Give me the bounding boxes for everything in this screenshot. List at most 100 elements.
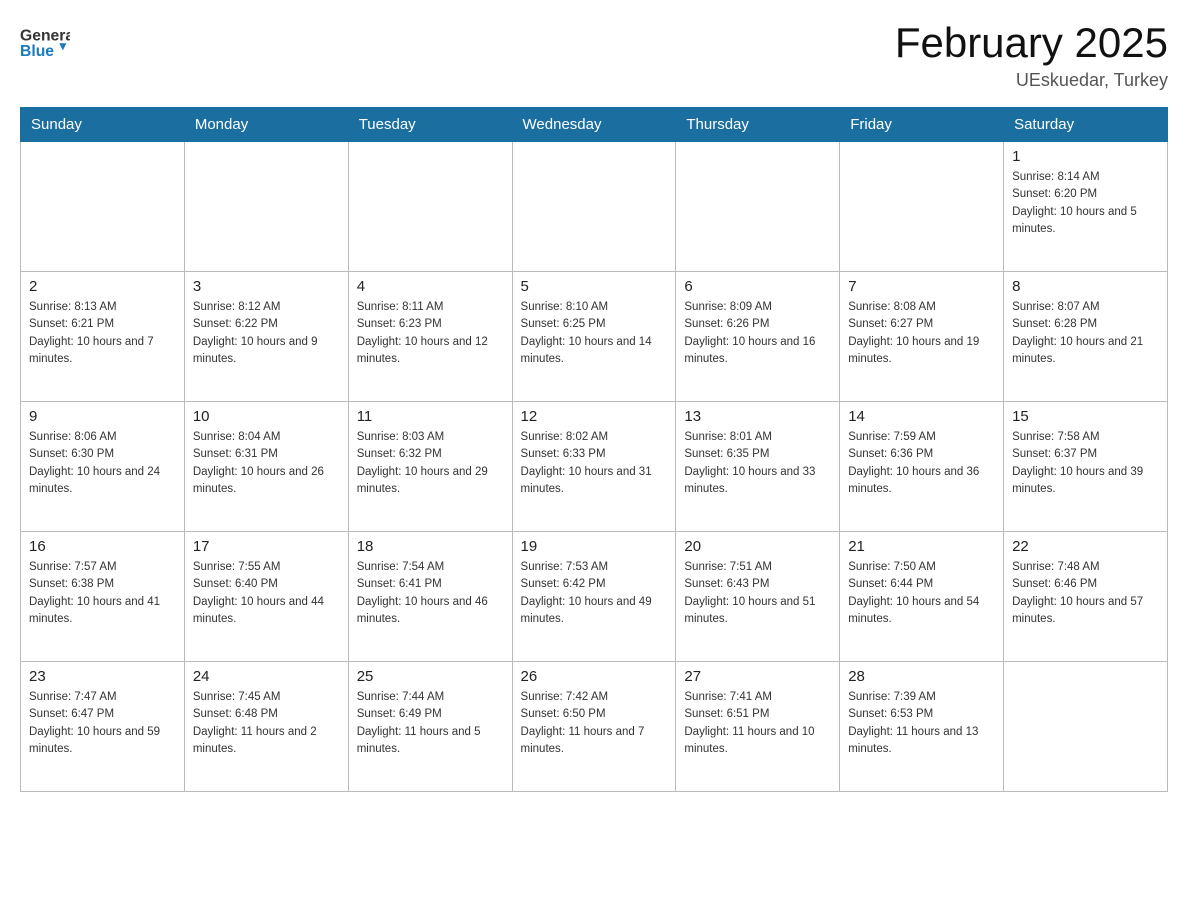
week-row-5: 23 Sunrise: 7:47 AMSunset: 6:47 PMDayligh… [21,662,1168,792]
day-info: Sunrise: 7:58 AMSunset: 6:37 PMDaylight:… [1012,429,1159,498]
day-cell-0-6: 1 Sunrise: 8:14 AMSunset: 6:20 PMDaylight… [1004,142,1168,272]
day-number: 2 [29,278,176,295]
day-cell-1-2: 4 Sunrise: 8:11 AMSunset: 6:23 PMDaylight… [348,272,512,402]
day-number: 21 [848,538,995,555]
day-info: Sunrise: 7:59 AMSunset: 6:36 PMDaylight:… [848,429,995,498]
day-cell-3-1: 17Sunrise: 7:55 AMSunset: 6:40 PMDayligh… [184,532,348,662]
svg-text:General: General [20,27,70,44]
day-number: 9 [29,408,176,425]
day-cell-2-4: 13 Sunrise: 8:01 AMSunset: 6:35 PMDayligh… [676,402,840,532]
header-saturday: Saturday [1004,108,1168,142]
header-sunday: Sunday [21,108,185,142]
day-cell-0-2 [348,142,512,272]
day-info: Sunrise: 8:09 AMSunset: 6:26 PMDaylight:… [684,299,831,368]
day-number: 11 [357,408,504,425]
day-info: Sunrise: 7:39 AMSunset: 6:53 PMDaylight:… [848,689,995,758]
day-cell-2-3: 12 Sunrise: 8:02 AMSunset: 6:33 PMDayligh… [512,402,676,532]
day-number: 12 [521,408,668,425]
day-cell-3-2: 18 Sunrise: 7:54 AMSunset: 6:41 PMDayligh… [348,532,512,662]
day-info: Sunrise: 8:10 AMSunset: 6:25 PMDaylight:… [521,299,668,368]
day-info: Sunrise: 7:54 AMSunset: 6:41 PMDaylight:… [357,559,504,628]
day-number: 15 [1012,408,1159,425]
day-cell-2-0: 9 Sunrise: 8:06 AMSunset: 6:30 PMDaylight… [21,402,185,532]
day-number: 13 [684,408,831,425]
day-cell-1-6: 8Sunrise: 8:07 AMSunset: 6:28 PMDaylight… [1004,272,1168,402]
day-number: 23 [29,668,176,685]
day-cell-1-4: 6 Sunrise: 8:09 AMSunset: 6:26 PMDaylight… [676,272,840,402]
day-number: 5 [521,278,668,295]
day-cell-4-4: 27 Sunrise: 7:41 AMSunset: 6:51 PMDayligh… [676,662,840,792]
day-cell-4-3: 26 Sunrise: 7:42 AMSunset: 6:50 PMDayligh… [512,662,676,792]
day-number: 10 [193,408,340,425]
week-row-4: 16Sunrise: 7:57 AMSunset: 6:38 PMDayligh… [21,532,1168,662]
page-header: General Blue February 2025 UEskuedar, Tu… [20,20,1168,91]
day-info: Sunrise: 8:08 AMSunset: 6:27 PMDaylight:… [848,299,995,368]
day-cell-4-1: 24 Sunrise: 7:45 AMSunset: 6:48 PMDayligh… [184,662,348,792]
day-cell-0-0 [21,142,185,272]
week-row-1: 1 Sunrise: 8:14 AMSunset: 6:20 PMDaylight… [21,142,1168,272]
day-cell-4-0: 23 Sunrise: 7:47 AMSunset: 6:47 PMDayligh… [21,662,185,792]
day-number: 20 [684,538,831,555]
day-cell-1-1: 3Sunrise: 8:12 AMSunset: 6:22 PMDaylight… [184,272,348,402]
location: UEskuedar, Turkey [895,70,1168,91]
day-number: 14 [848,408,995,425]
day-cell-2-5: 14 Sunrise: 7:59 AMSunset: 6:36 PMDayligh… [840,402,1004,532]
day-info: Sunrise: 7:53 AMSunset: 6:42 PMDaylight:… [521,559,668,628]
day-cell-2-1: 10Sunrise: 8:04 AMSunset: 6:31 PMDayligh… [184,402,348,532]
day-cell-1-3: 5 Sunrise: 8:10 AMSunset: 6:25 PMDaylight… [512,272,676,402]
day-number: 18 [357,538,504,555]
day-cell-0-5 [840,142,1004,272]
day-info: Sunrise: 7:44 AMSunset: 6:49 PMDaylight:… [357,689,504,758]
day-info: Sunrise: 8:11 AMSunset: 6:23 PMDaylight:… [357,299,504,368]
week-row-3: 9 Sunrise: 8:06 AMSunset: 6:30 PMDaylight… [21,402,1168,532]
day-info: Sunrise: 8:13 AMSunset: 6:21 PMDaylight:… [29,299,176,368]
calendar-table: Sunday Monday Tuesday Wednesday Thursday… [20,107,1168,792]
day-info: Sunrise: 8:01 AMSunset: 6:35 PMDaylight:… [684,429,831,498]
day-number: 26 [521,668,668,685]
header-wednesday: Wednesday [512,108,676,142]
title-section: February 2025 UEskuedar, Turkey [895,20,1168,91]
day-number: 4 [357,278,504,295]
logo-icon: General Blue [20,20,70,60]
day-number: 24 [193,668,340,685]
day-info: Sunrise: 8:03 AMSunset: 6:32 PMDaylight:… [357,429,504,498]
week-row-2: 2 Sunrise: 8:13 AMSunset: 6:21 PMDaylight… [21,272,1168,402]
header-monday: Monday [184,108,348,142]
day-cell-0-4 [676,142,840,272]
day-info: Sunrise: 7:47 AMSunset: 6:47 PMDaylight:… [29,689,176,758]
day-info: Sunrise: 7:51 AMSunset: 6:43 PMDaylight:… [684,559,831,628]
day-info: Sunrise: 7:50 AMSunset: 6:44 PMDaylight:… [848,559,995,628]
day-cell-3-6: 22Sunrise: 7:48 AMSunset: 6:46 PMDayligh… [1004,532,1168,662]
day-info: Sunrise: 8:14 AMSunset: 6:20 PMDaylight:… [1012,169,1159,238]
day-number: 6 [684,278,831,295]
day-cell-1-5: 7 Sunrise: 8:08 AMSunset: 6:27 PMDaylight… [840,272,1004,402]
day-number: 1 [1012,148,1159,165]
logo: General Blue [20,20,70,60]
day-cell-3-0: 16Sunrise: 7:57 AMSunset: 6:38 PMDayligh… [21,532,185,662]
svg-text:Blue: Blue [20,43,54,60]
weekday-header-row: Sunday Monday Tuesday Wednesday Thursday… [21,108,1168,142]
header-friday: Friday [840,108,1004,142]
day-cell-4-6 [1004,662,1168,792]
day-info: Sunrise: 8:07 AMSunset: 6:28 PMDaylight:… [1012,299,1159,368]
day-number: 25 [357,668,504,685]
day-info: Sunrise: 8:12 AMSunset: 6:22 PMDaylight:… [193,299,340,368]
day-cell-1-0: 2 Sunrise: 8:13 AMSunset: 6:21 PMDaylight… [21,272,185,402]
day-info: Sunrise: 7:42 AMSunset: 6:50 PMDaylight:… [521,689,668,758]
day-info: Sunrise: 8:06 AMSunset: 6:30 PMDaylight:… [29,429,176,498]
day-cell-4-2: 25 Sunrise: 7:44 AMSunset: 6:49 PMDayligh… [348,662,512,792]
day-number: 22 [1012,538,1159,555]
day-number: 7 [848,278,995,295]
day-info: Sunrise: 8:02 AMSunset: 6:33 PMDaylight:… [521,429,668,498]
day-number: 28 [848,668,995,685]
month-title: February 2025 [895,20,1168,66]
day-cell-3-5: 21 Sunrise: 7:50 AMSunset: 6:44 PMDayligh… [840,532,1004,662]
day-number: 19 [521,538,668,555]
day-info: Sunrise: 7:41 AMSunset: 6:51 PMDaylight:… [684,689,831,758]
day-cell-3-4: 20 Sunrise: 7:51 AMSunset: 6:43 PMDayligh… [676,532,840,662]
day-info: Sunrise: 7:55 AMSunset: 6:40 PMDaylight:… [193,559,340,628]
day-info: Sunrise: 7:45 AMSunset: 6:48 PMDaylight:… [193,689,340,758]
day-cell-2-2: 11 Sunrise: 8:03 AMSunset: 6:32 PMDayligh… [348,402,512,532]
day-cell-0-1 [184,142,348,272]
day-number: 27 [684,668,831,685]
